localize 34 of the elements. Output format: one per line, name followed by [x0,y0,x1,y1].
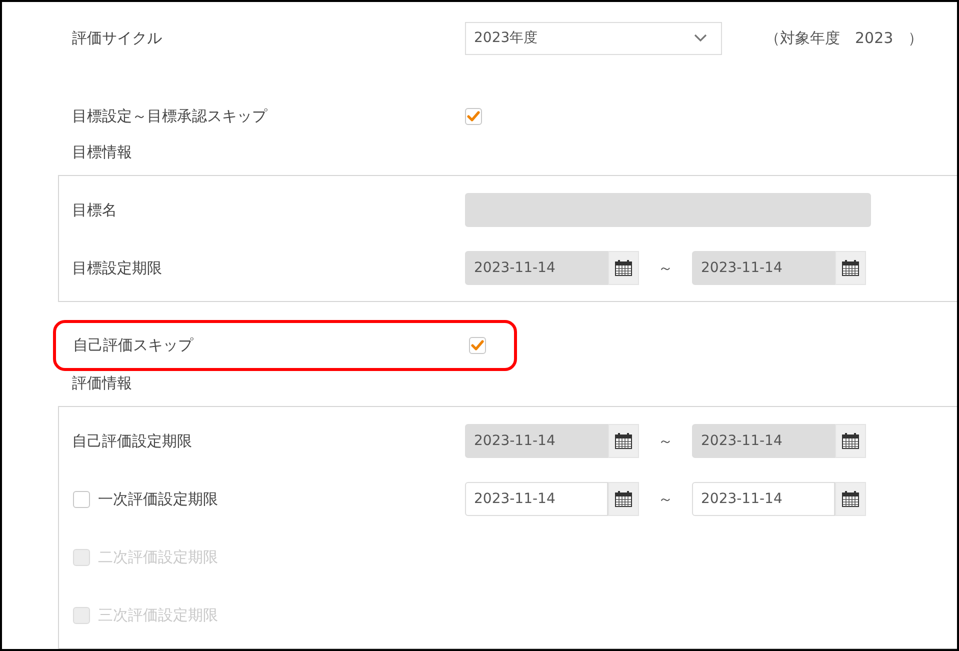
skip-goal-label: 目標設定～目標承認スキップ [72,106,268,127]
row-label: 目標名 [72,200,118,221]
target-year-note: （対象年度 2023 ） [765,28,924,49]
range-separator: ～ [657,430,674,452]
cycle-select[interactable]: 2023年度 [465,22,722,54]
range-separator: ～ [657,258,674,279]
range-separator: ～ [657,488,674,510]
calendar-icon [615,491,632,507]
chevron-down-icon [694,34,707,42]
calendar-button[interactable] [608,482,639,516]
calendar-button[interactable] [835,482,866,516]
calendar-button[interactable] [608,251,639,286]
calendar-icon [615,433,632,449]
date-field[interactable]: 2023-11-14 [465,482,608,516]
check-icon [471,340,484,352]
checkbox[interactable] [469,337,486,354]
section-title: 評価情報 [72,373,133,394]
checkbox[interactable] [73,490,90,508]
calendar-icon [842,433,859,449]
calendar-button[interactable] [835,251,866,286]
row-label: 一次評価設定期限 [98,488,218,510]
check-icon [467,110,480,122]
cycle-label: 評価サイクル [72,28,163,49]
date-field[interactable]: 2023-11-14 [692,482,835,516]
self-skip-label: 自己評価スキップ [73,335,194,356]
section-title: 目標情報 [72,142,133,164]
calendar-icon [842,260,859,276]
calendar-icon [615,260,632,276]
calendar-button[interactable] [835,424,866,458]
row-label: 目標設定期限 [72,258,163,279]
calendar-button[interactable] [608,424,639,458]
checkbox[interactable] [465,108,482,125]
calendar-icon [842,491,859,507]
row-label: 自己評価設定期限 [72,430,193,452]
